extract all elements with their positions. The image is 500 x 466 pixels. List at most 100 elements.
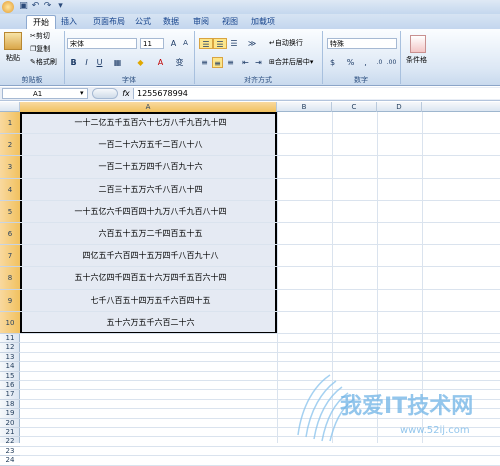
- row-header-12[interactable]: 12: [0, 343, 20, 353]
- row-header-22[interactable]: 22: [0, 437, 20, 447]
- row-header-4[interactable]: 4: [0, 178, 20, 201]
- cell-a10[interactable]: 五十六万五千六百二十六: [22, 312, 279, 334]
- selected-range[interactable]: 一十二亿五千五百六十七万八千九百九十四 一百二十六万五千二百八十八 一百二十五万四千…: [20, 112, 277, 334]
- currency-icon[interactable]: $: [327, 57, 338, 68]
- tab-page-layout[interactable]: 页面布局: [88, 15, 130, 29]
- insert-function-icon[interactable]: fx: [120, 88, 132, 99]
- row-header-24[interactable]: 24: [0, 456, 20, 466]
- fill-color-icon[interactable]: ◆: [135, 57, 146, 68]
- decrease-indent-icon[interactable]: ⇤: [240, 57, 251, 68]
- row-header-8[interactable]: 8: [0, 267, 20, 290]
- increase-indent-icon[interactable]: ⇥: [253, 57, 264, 68]
- customize-toolbar-icon[interactable]: ▾: [55, 1, 66, 12]
- shrink-font-icon[interactable]: A: [180, 38, 191, 49]
- formula-bar: A1 ▾ fx 1255678994: [0, 87, 500, 101]
- grow-font-icon[interactable]: A: [168, 38, 179, 49]
- gridline: [20, 266, 500, 268]
- row-header-7[interactable]: 7: [0, 245, 20, 268]
- row-header-18[interactable]: 18: [0, 400, 20, 410]
- merge-center-button[interactable]: ⊞合并后居中▾: [269, 57, 313, 68]
- cell-a1[interactable]: 一十二亿五千五百六十七万八千九百九十四: [22, 112, 279, 134]
- font-size-combo[interactable]: 11: [140, 38, 164, 49]
- font-group-label: 字体: [122, 76, 136, 84]
- row-header-13[interactable]: 13: [0, 353, 20, 363]
- column-header-a[interactable]: A: [20, 102, 277, 112]
- bold-button[interactable]: B: [68, 57, 79, 68]
- row-header-6[interactable]: 6: [0, 223, 20, 246]
- paste-button[interactable]: 粘贴: [6, 53, 20, 64]
- undo-icon[interactable]: ↶: [30, 1, 41, 12]
- align-bottom-icon[interactable]: ☰: [227, 38, 241, 49]
- cell-a4[interactable]: 二百三十五万六千八百八十四: [22, 179, 279, 201]
- copy-button[interactable]: ❐复制: [30, 44, 50, 55]
- align-middle-icon[interactable]: ☰: [213, 38, 227, 49]
- tab-insert[interactable]: 插入: [58, 15, 80, 29]
- cell-a3[interactable]: 一百二十五万四千八百九十六: [22, 156, 279, 178]
- cell-a2[interactable]: 一百二十六万五千二百八十八: [22, 134, 279, 156]
- name-box[interactable]: A1: [2, 88, 88, 99]
- cell-a5[interactable]: 一十五亿六千四百四十九万八千九百八十四: [22, 201, 279, 223]
- tab-view[interactable]: 视图: [219, 15, 241, 29]
- italic-button[interactable]: I: [81, 57, 92, 68]
- increase-decimal-icon[interactable]: .0: [374, 57, 385, 68]
- row-header-16[interactable]: 16: [0, 381, 20, 391]
- number-format-combo[interactable]: 特殊: [327, 38, 397, 49]
- select-all-corner[interactable]: [0, 102, 20, 112]
- cut-button[interactable]: ✂剪切: [30, 31, 50, 42]
- font-name-combo[interactable]: 宋体: [67, 38, 137, 49]
- align-right-icon[interactable]: ≡: [225, 57, 236, 68]
- office-button-icon[interactable]: [2, 1, 14, 13]
- gridline: [20, 222, 500, 223]
- conditional-format-button[interactable]: 条件格: [406, 55, 427, 66]
- ribbon: 粘贴 ✂剪切 ❐复制 ✎格式刷 剪贴板 宋体 11 A A B I U ▦ ◆ …: [0, 29, 500, 86]
- column-header-d[interactable]: D: [377, 102, 422, 112]
- row-header-20[interactable]: 20: [0, 419, 20, 428]
- tab-data[interactable]: 数据: [160, 15, 182, 29]
- underline-button[interactable]: U: [94, 57, 105, 68]
- row-header-2[interactable]: 2: [0, 134, 20, 157]
- paste-icon[interactable]: [4, 32, 22, 50]
- formula-bar-expander[interactable]: [92, 88, 118, 99]
- tab-formulas[interactable]: 公式: [132, 15, 154, 29]
- row-header-21[interactable]: 21: [0, 428, 20, 438]
- row-header-10[interactable]: 10: [0, 311, 20, 334]
- save-icon[interactable]: ▣: [18, 1, 29, 12]
- chevron-down-icon[interactable]: ▾: [80, 89, 84, 97]
- row-header-1[interactable]: 1: [0, 112, 20, 135]
- align-top-icon[interactable]: ☰: [199, 38, 213, 49]
- decrease-decimal-icon[interactable]: .00: [386, 57, 397, 68]
- phonetic-icon[interactable]: 变: [174, 57, 185, 68]
- align-center-icon[interactable]: ≡: [212, 57, 223, 68]
- cell-a7[interactable]: 四亿五千六百四十五万四千八百九十八: [22, 245, 279, 267]
- row-header-5[interactable]: 5: [0, 200, 20, 223]
- chevron-down-icon: ▾: [309, 58, 314, 66]
- row-header-17[interactable]: 17: [0, 390, 20, 400]
- tab-home[interactable]: 开始: [26, 15, 56, 30]
- cell-a8[interactable]: 五十六亿四千四百五十六万四千五百六十四: [22, 267, 279, 289]
- row-header-11[interactable]: 11: [0, 334, 20, 344]
- orientation-icon[interactable]: ≫: [243, 38, 261, 49]
- conditional-format-icon[interactable]: [410, 35, 426, 53]
- border-icon[interactable]: ▦: [112, 57, 123, 68]
- comma-icon[interactable]: ,: [360, 57, 371, 68]
- cell-a9[interactable]: 七千八百五十四万五千六百四十五: [22, 290, 279, 312]
- group-separator: [400, 31, 401, 84]
- cell-a6[interactable]: 六百五十五万二千四百五十五: [22, 223, 279, 245]
- row-header-23[interactable]: 23: [0, 447, 20, 457]
- row-header-9[interactable]: 9: [0, 289, 20, 312]
- row-header-14[interactable]: 14: [0, 362, 20, 372]
- tab-add-ins[interactable]: 加载项: [248, 15, 278, 29]
- column-header-c[interactable]: C: [332, 102, 377, 112]
- row-header-3[interactable]: 3: [0, 156, 20, 179]
- percent-icon[interactable]: %: [345, 57, 356, 68]
- column-header-b[interactable]: B: [277, 102, 332, 112]
- redo-icon[interactable]: ↷: [42, 1, 53, 12]
- formula-input[interactable]: 1255678994: [133, 88, 500, 99]
- wrap-text-button[interactable]: ↵自动换行: [269, 38, 303, 49]
- row-header-15[interactable]: 15: [0, 372, 20, 381]
- row-header-19[interactable]: 19: [0, 409, 20, 419]
- format-painter-button[interactable]: ✎格式刷: [30, 57, 57, 68]
- align-left-icon[interactable]: ≡: [199, 57, 210, 68]
- tab-review[interactable]: 审阅: [190, 15, 212, 29]
- font-color-icon[interactable]: A: [155, 57, 166, 68]
